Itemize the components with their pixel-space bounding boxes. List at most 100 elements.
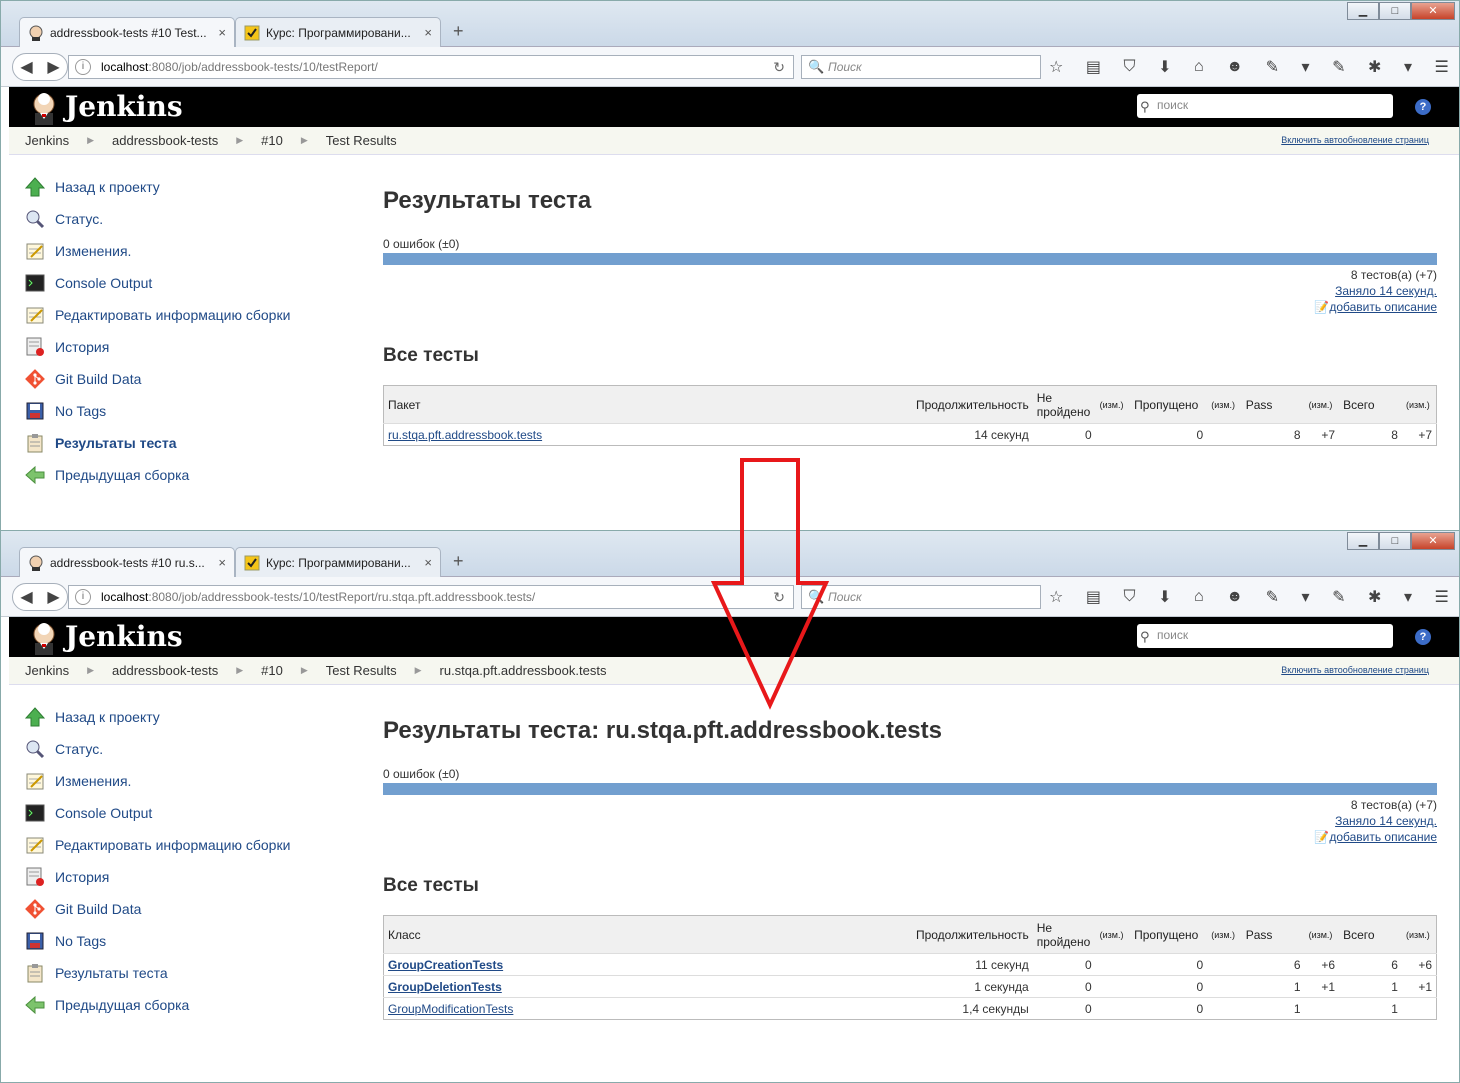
sidebar-item-git-build-data[interactable]: Git Build Data (23, 363, 323, 395)
column-header-skipped[interactable]: Пропущено (1130, 915, 1208, 954)
column-header-pass-diff[interactable]: (изм.) (1304, 915, 1340, 954)
column-header-package[interactable]: Пакет (383, 385, 901, 424)
address-bar[interactable]: i localhost:8080/job/addressbook-tests/1… (68, 55, 794, 79)
breadcrumb-item[interactable]: Test Results (326, 133, 397, 148)
help-icon[interactable]: ? (1415, 629, 1431, 645)
download-icon[interactable]: ⬇ (1158, 587, 1171, 607)
column-header-skipped[interactable]: Пропущено (1130, 385, 1208, 424)
column-header-pass[interactable]: Pass (1241, 385, 1305, 424)
sidebar-item-changes[interactable]: Изменения. (23, 765, 323, 797)
sidebar-item-status[interactable]: Статус. (23, 733, 323, 765)
sidebar-item-edit-build-info[interactable]: Редактировать информацию сборки (23, 299, 323, 331)
class-link[interactable]: GroupCreationTests (388, 958, 503, 972)
tab-course[interactable]: Курс: Программировани... × (235, 17, 441, 47)
sidebar-item-no-tags[interactable]: No Tags (23, 395, 323, 427)
back-icon[interactable]: ◀ (20, 57, 32, 77)
sidebar-item-no-tags[interactable]: No Tags (23, 925, 323, 957)
column-header-pass-diff[interactable]: (изм.) (1304, 385, 1340, 424)
sidebar-item-edit-build-info[interactable]: Редактировать информацию сборки (23, 829, 323, 861)
forward-icon[interactable]: ▶ (47, 587, 59, 607)
addon2-icon[interactable]: ✎ (1332, 587, 1345, 607)
sidebar-item-test-results[interactable]: Результаты теста (23, 427, 323, 459)
took-link[interactable]: Заняло 14 секунд. (1335, 814, 1437, 828)
download-icon[interactable]: ⬇ (1158, 57, 1171, 77)
chat-icon[interactable]: ☻ (1226, 58, 1243, 76)
class-link[interactable]: GroupDeletionTests (388, 980, 502, 994)
close-icon[interactable]: ✕ (1411, 532, 1455, 550)
search-engine-icon[interactable]: 🔍 (808, 59, 824, 75)
sidebar-item-history[interactable]: История (23, 861, 323, 893)
maximize-icon[interactable]: □ (1379, 532, 1411, 550)
dropdown-icon[interactable]: ▾ (1302, 57, 1310, 77)
column-header-skipped-diff[interactable]: (изм.) (1207, 915, 1242, 954)
sidebar-item-back-to-project[interactable]: Назад к проекту (23, 171, 323, 203)
column-header-skipped-diff[interactable]: (изм.) (1207, 385, 1242, 424)
sidebar-item-changes[interactable]: Изменения. (23, 235, 323, 267)
reload-icon[interactable]: ↻ (773, 59, 785, 76)
close-icon[interactable]: ✕ (1411, 2, 1455, 20)
sidebar-item-test-results[interactable]: Результаты теста (23, 957, 323, 989)
tab-close-icon[interactable]: × (424, 25, 432, 40)
home-icon[interactable]: ⌂ (1194, 588, 1204, 606)
sidebar-item-status[interactable]: Статус. (23, 203, 323, 235)
bookmark-star-icon[interactable]: ☆ (1049, 57, 1063, 77)
home-icon[interactable]: ⌂ (1194, 58, 1204, 76)
firebug-icon[interactable]: ✱ (1368, 57, 1381, 77)
new-tab-button[interactable]: + (453, 551, 464, 572)
jenkins-brand[interactable]: Jenkins (65, 90, 183, 123)
sidebar-item-console-output[interactable]: Console Output (23, 267, 323, 299)
column-header-duration[interactable]: Продолжительность (900, 915, 1033, 954)
sidebar-item-history[interactable]: История (23, 331, 323, 363)
jenkins-brand[interactable]: Jenkins (65, 620, 183, 653)
breadcrumb-item[interactable]: Test Results (326, 663, 397, 678)
info-icon[interactable]: i (75, 589, 91, 605)
column-header-total[interactable]: Всего (1339, 915, 1402, 954)
chat-icon[interactable]: ☻ (1226, 588, 1243, 606)
jenkins-logo-icon[interactable] (27, 621, 61, 655)
jenkins-logo-icon[interactable] (27, 91, 61, 125)
addon-icon[interactable]: ✎ (1266, 57, 1279, 77)
menu-icon[interactable]: ☰ (1435, 57, 1449, 77)
column-header-class[interactable]: Класс (383, 915, 901, 954)
back-icon[interactable]: ◀ (20, 587, 32, 607)
tab-close-icon[interactable]: × (218, 555, 226, 570)
tab-jenkins-report[interactable]: addressbook-tests #10 ru.s... × (19, 547, 235, 577)
autorefresh-link[interactable]: Включить автообновление страниц (1281, 135, 1429, 145)
sidebar-item-back-to-project[interactable]: Назад к проекту (23, 701, 323, 733)
pocket-icon[interactable]: ⛉ (1124, 58, 1136, 76)
breadcrumb-item[interactable]: addressbook-tests (112, 133, 218, 148)
add-description-link[interactable]: добавить описание (1329, 300, 1437, 314)
sidebar-item-git-build-data[interactable]: Git Build Data (23, 893, 323, 925)
reading-list-icon[interactable]: ▤ (1086, 587, 1101, 607)
breadcrumb-item[interactable]: addressbook-tests (112, 663, 218, 678)
column-header-total-diff[interactable]: (изм.) (1401, 915, 1437, 954)
firebug-icon[interactable]: ✱ (1368, 587, 1381, 607)
breadcrumb-item[interactable]: Jenkins (25, 133, 69, 148)
tab-close-icon[interactable]: × (424, 555, 432, 570)
add-description-link[interactable]: добавить описание (1329, 830, 1437, 844)
minimize-icon[interactable]: ▁ (1347, 2, 1379, 20)
reading-list-icon[interactable]: ▤ (1086, 57, 1101, 77)
column-header-total[interactable]: Всего (1339, 385, 1402, 424)
maximize-icon[interactable]: □ (1379, 2, 1411, 20)
menu-icon[interactable]: ☰ (1435, 587, 1449, 607)
column-header-failed[interactable]: Не пройдено (1032, 385, 1096, 424)
sidebar-item-previous-build[interactable]: Предыдущая сборка (23, 459, 323, 491)
dropdown-icon[interactable]: ▾ (1404, 57, 1412, 77)
breadcrumb-item[interactable]: #10 (261, 133, 283, 148)
dropdown-icon[interactable]: ▾ (1404, 587, 1412, 607)
jenkins-search-input[interactable]: ⚲ поиск (1137, 624, 1393, 648)
pocket-icon[interactable]: ⛉ (1124, 588, 1136, 606)
breadcrumb-item[interactable]: ru.stqa.pft.addressbook.tests (440, 663, 607, 678)
browser-search-input[interactable]: 🔍 Поиск (801, 55, 1041, 79)
class-link[interactable]: GroupModificationTests (388, 1002, 513, 1016)
breadcrumb-item[interactable]: Jenkins (25, 663, 69, 678)
column-header-failed-diff[interactable]: (изм.) (1095, 915, 1131, 954)
help-icon[interactable]: ? (1415, 99, 1431, 115)
column-header-total-diff[interactable]: (изм.) (1401, 385, 1437, 424)
column-header-failed[interactable]: Не пройдено (1032, 915, 1096, 954)
column-header-pass[interactable]: Pass (1241, 915, 1305, 954)
address-bar[interactable]: i localhost:8080/job/addressbook-tests/1… (68, 585, 794, 609)
sidebar-item-previous-build[interactable]: Предыдущая сборка (23, 989, 323, 1021)
package-link[interactable]: ru.stqa.pft.addressbook.tests (388, 428, 542, 442)
